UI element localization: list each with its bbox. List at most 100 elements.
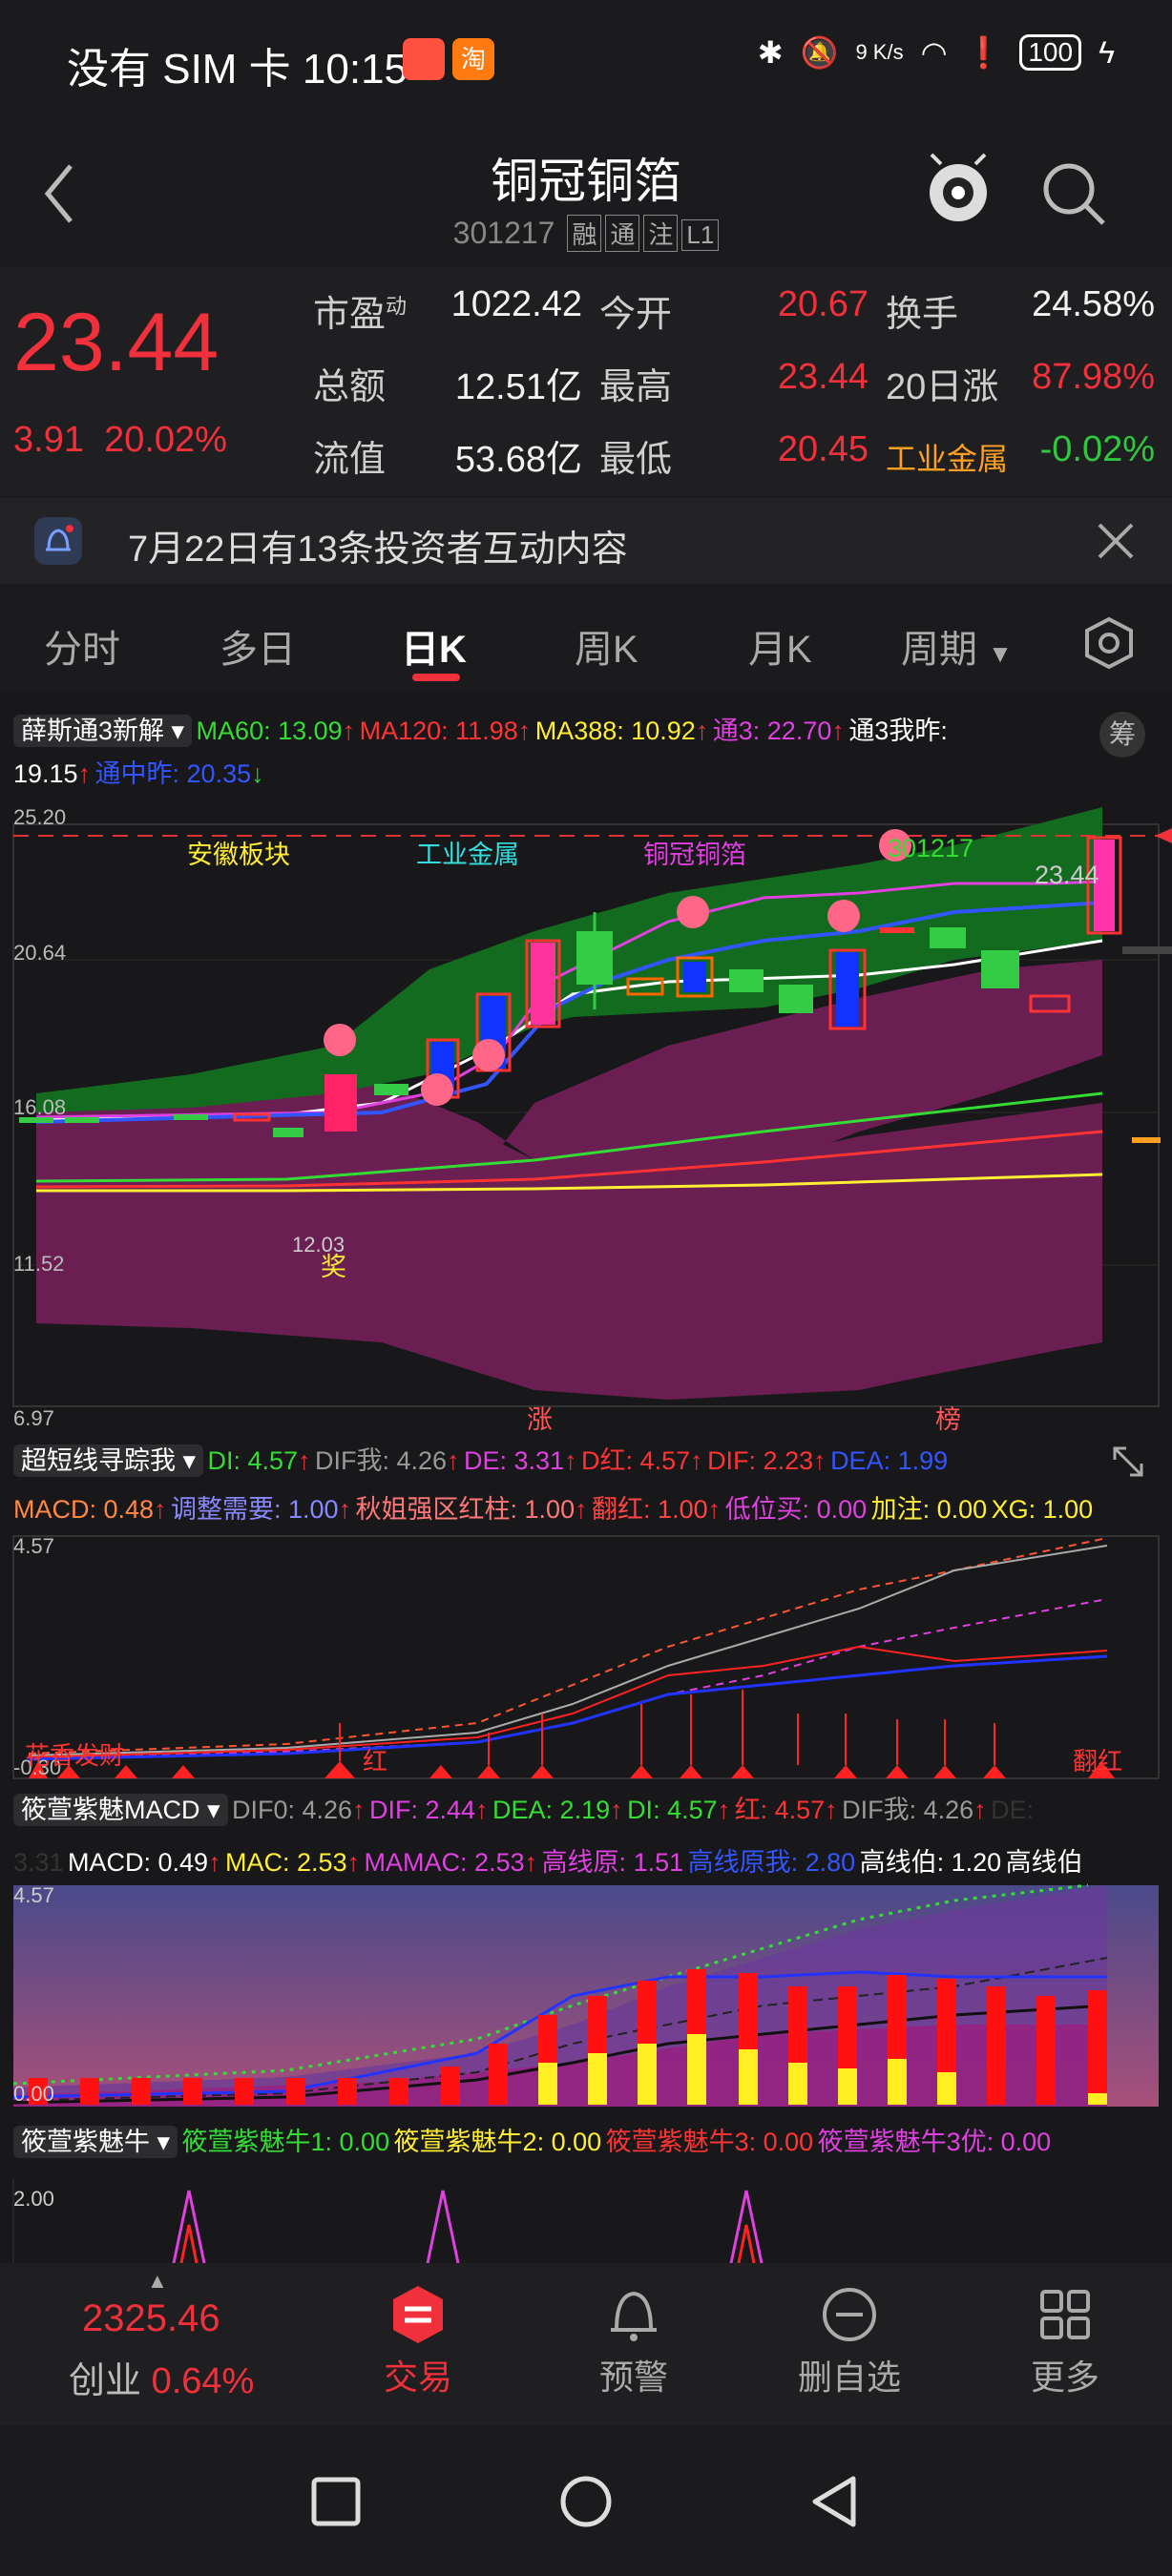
system-nav-bar [0, 2425, 1172, 2576]
bottom-nav: ▲ 2325.46 创业 0.64% 交易 预警 删自选 更多 [0, 2263, 1172, 2425]
panel2-indicator-name: 超短线寻踪我 [21, 1446, 176, 1475]
panel4-svg [12, 2179, 764, 2263]
p3-gaoxianbo-2: 高线伯 [1005, 1848, 1083, 1877]
battery-icon: 100 [1019, 34, 1082, 71]
value-open: 20.67 [777, 284, 869, 324]
nav-more[interactable]: 更多 [1000, 2263, 1130, 2425]
arrow-up-icon: ↑ [831, 717, 845, 745]
sector-label-metal: 工业金属 [416, 841, 519, 869]
arrow-up-icon: ↑ [524, 1848, 538, 1877]
stock-title: 铜冠铜箔 [491, 155, 681, 208]
panel3-indicator-select[interactable]: 筱萱紫魅MACD ▾ [13, 1794, 228, 1826]
arrow-up-icon: ↑ [208, 1848, 221, 1877]
tab-zhouqi[interactable]: 周期 ▼ [901, 618, 1013, 674]
minus-circle-icon [823, 2288, 876, 2341]
main-y-1: 25.20 [13, 805, 67, 829]
status-bar: 没有 SIM 卡 10:15 淘 ✱ 🔕 9 K/s ◠ ❗ 100 ϟ [0, 0, 1172, 114]
arrow-up-icon: ↑ [154, 1495, 167, 1524]
p4-niu3: 筱萱紫魅牛3: 0.00 [605, 2128, 814, 2156]
tag-tong: 通 [605, 215, 640, 252]
close-icon[interactable] [1096, 521, 1136, 561]
main-indicator-select[interactable]: 薛斯通3新解 ▾ [13, 715, 193, 747]
kline-chart-area[interactable]: 薛斯通3新解 ▾ MA60: 13.09↑ MA120: 11.98↑ MA38… [0, 693, 1172, 2263]
arrow-up-icon: ↑ [342, 717, 356, 745]
main-indicator-name: 薛斯通3新解 [21, 717, 165, 745]
value-low: 20.45 [777, 429, 869, 469]
label-amount: 总额 [313, 367, 387, 407]
p2-macd: MACD: 0.48 [13, 1495, 155, 1524]
tab-yuek[interactable]: 月K [748, 618, 812, 674]
notice-bell-icon [34, 517, 82, 565]
taobao-app-icon: 淘 [452, 38, 494, 80]
p2-difwo: DIF我: 4.26 [315, 1446, 448, 1475]
value-20d: 87.98% [1032, 357, 1155, 397]
stock-header: 铜冠铜箔 301217 融通注 L1 [0, 114, 1172, 267]
label-pe: 市盈动 [313, 284, 407, 337]
label-pe-sup: 动 [386, 294, 408, 319]
p3-gaoxianyuanwo: 高线原我: 2.80 [687, 1848, 856, 1877]
legend-ma388: MA388: 10.92 [534, 717, 696, 745]
arrow-up-icon: ↑ [564, 1446, 577, 1475]
p2-text-hong: 红 [363, 1747, 388, 1776]
panel4-indicator-select[interactable]: 筱萱紫魅牛 ▾ [13, 2126, 178, 2158]
p2-fanhong: 翻红: 1.00 [592, 1495, 708, 1524]
tab-duori[interactable]: 多日 [220, 618, 296, 674]
battery-level: 100 [1028, 37, 1074, 67]
p3-de: DE: [991, 1796, 1035, 1824]
p3-y-top: 4.57 [13, 1883, 54, 1907]
arrow-up-icon: ↑ [813, 1446, 827, 1475]
main-legend: 薛斯通3新解 ▾ MA60: 13.09↑ MA120: 11.98↑ MA38… [13, 712, 1101, 798]
p2-qiujie: 秋姐强区红柱: 1.00 [355, 1495, 576, 1524]
caret-up-icon[interactable]: ▲ [147, 2269, 168, 2294]
arrow-up-icon: ↑ [352, 1796, 366, 1824]
nav-alert[interactable]: 预警 [569, 2263, 699, 2425]
p4-niu1: 筱萱紫魅牛1: 0.00 [181, 2128, 390, 2156]
recent-apps-icon[interactable] [311, 2477, 361, 2526]
tab-zhouk[interactable]: 周K [575, 618, 638, 674]
expand-icon[interactable] [1107, 1441, 1149, 1483]
notice-text: 7月22日有13条投资者互动内容 [128, 530, 628, 570]
marker-bang: 榜 [935, 1405, 961, 1434]
p3-macd: MACD: 0.49 [68, 1848, 209, 1877]
search-icon[interactable] [1040, 160, 1107, 227]
nav-remove-watchlist[interactable]: 删自选 [785, 2263, 914, 2425]
tab-rik[interactable]: 日K [401, 618, 467, 674]
legend-tong3: 通3: 22.70 [712, 717, 832, 745]
arrow-up-icon: ↑ [707, 1495, 722, 1524]
grid-icon [1040, 2290, 1090, 2339]
value-sector: -0.02% [1039, 429, 1155, 469]
value-turnover: 24.58% [1032, 284, 1155, 324]
nav-trade[interactable]: 交易 [353, 2263, 483, 2425]
p3-hong: 红: 4.57 [734, 1796, 826, 1824]
home-icon[interactable] [559, 2475, 613, 2528]
p2-di: DI: 4.57 [207, 1446, 299, 1475]
change-amount: 3.91 [13, 420, 84, 460]
p3-dea: DEA: 2.19 [492, 1796, 611, 1824]
panel2-indicator-select[interactable]: 超短线寻踪我 ▾ [13, 1444, 204, 1477]
value-float: 53.68亿 [454, 440, 582, 480]
status-icons: ✱ 🔕 9 K/s ◠ ❗ 100 ϟ [758, 34, 1115, 71]
label-sector[interactable]: 工业金属 [886, 435, 1008, 479]
index-line[interactable]: 创业 0.64% [69, 2351, 254, 2403]
alert-icon: ❗ [964, 35, 1003, 70]
notice-bar[interactable]: 7月22日有13条投资者互动内容 [0, 498, 1172, 584]
p3-dif: DIF: 2.44 [369, 1796, 476, 1824]
chips-button[interactable]: 筹 [1099, 712, 1145, 758]
tag-rong: 融 [567, 215, 602, 252]
p3-gaoxianyuan: 高线原: 1.51 [541, 1848, 684, 1877]
p2-text-fanhong: 翻红 [1073, 1747, 1123, 1776]
p2-y-top: 4.57 [13, 1534, 54, 1558]
p3-difwo: DIF我: 4.26 [842, 1796, 974, 1824]
panel4-legend: 筱萱紫魅牛 ▾ 筱萱紫魅牛1: 0.00 筱萱紫魅牛2: 0.00 筱萱紫魅牛3… [13, 2118, 1172, 2171]
p3-gaoxianbo: 高线伯: 1.20 [859, 1848, 1002, 1877]
settings-hexagon-icon[interactable] [1082, 616, 1136, 670]
tab-fenshi[interactable]: 分时 [44, 618, 120, 674]
arrow-up-icon: ↑ [825, 1796, 838, 1824]
index-value[interactable]: 2325.46 [82, 2297, 220, 2340]
award-label: 奖 [321, 1253, 346, 1281]
label-turnover: 换手 [886, 295, 959, 335]
main-y-2: 20.64 [13, 941, 67, 965]
back-nav-icon[interactable] [809, 2475, 859, 2528]
stock-code-line: 301217 融通注 L1 [0, 215, 1172, 252]
robot-icon[interactable] [922, 153, 994, 229]
